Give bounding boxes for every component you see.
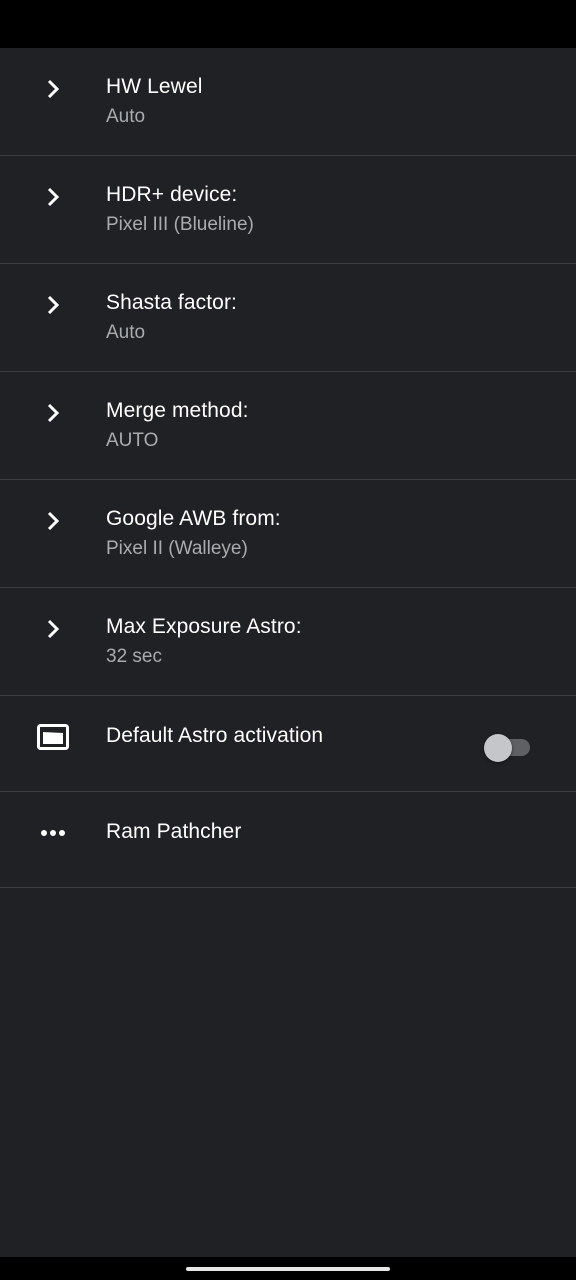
astro-activation-switch[interactable] [484,734,530,762]
pref-title: Merge method: [106,399,249,422]
navigation-bar [0,1257,576,1280]
pref-summary: Auto [106,106,146,127]
pref-summary: 32 sec [106,646,162,667]
chevron-right-icon [36,504,70,538]
pref-max-exposure-astro[interactable]: Max Exposure Astro: 32 sec [0,588,576,696]
preference-list: HW Lewel Auto HDR+ device: Pixel III (Bl… [0,48,576,888]
more-horiz-icon [36,816,70,850]
settings-list-screen: HW Lewel Auto HDR+ device: Pixel III (Bl… [0,48,576,1257]
pref-title: Max Exposure Astro: [106,615,302,638]
pref-title: Shasta factor: [106,291,237,314]
pref-title: Google AWB from: [106,507,281,530]
pref-title: HDR+ device: [106,183,238,206]
switch-thumb [484,734,512,762]
pref-title: Ram Pathcher [106,820,242,843]
pref-title: HW Lewel [106,75,203,98]
pref-summary: AUTO [106,430,159,451]
pref-hdr-device[interactable]: HDR+ device: Pixel III (Blueline) [0,156,576,264]
chevron-right-icon [36,288,70,322]
chevron-right-icon [36,396,70,430]
status-bar [0,0,576,48]
pref-summary: Pixel II (Walleye) [106,538,248,559]
pref-summary: Auto [106,322,146,343]
pref-summary: Pixel III (Blueline) [106,214,254,235]
pref-ram-patcher[interactable]: Ram Pathcher [0,792,576,888]
pref-google-awb[interactable]: Google AWB from: Pixel II (Walleye) [0,480,576,588]
pref-hw-level[interactable]: HW Lewel Auto [0,48,576,156]
pref-default-astro-activation[interactable]: Default Astro activation [0,696,576,792]
pref-merge-method[interactable]: Merge method: AUTO [0,372,576,480]
photo-frame-icon [36,720,70,754]
pref-shasta-factor[interactable]: Shasta factor: Auto [0,264,576,372]
home-gesture-handle[interactable] [186,1267,390,1271]
chevron-right-icon [36,180,70,214]
chevron-right-icon [36,72,70,106]
pref-title: Default Astro activation [106,724,324,747]
chevron-right-icon [36,612,70,646]
